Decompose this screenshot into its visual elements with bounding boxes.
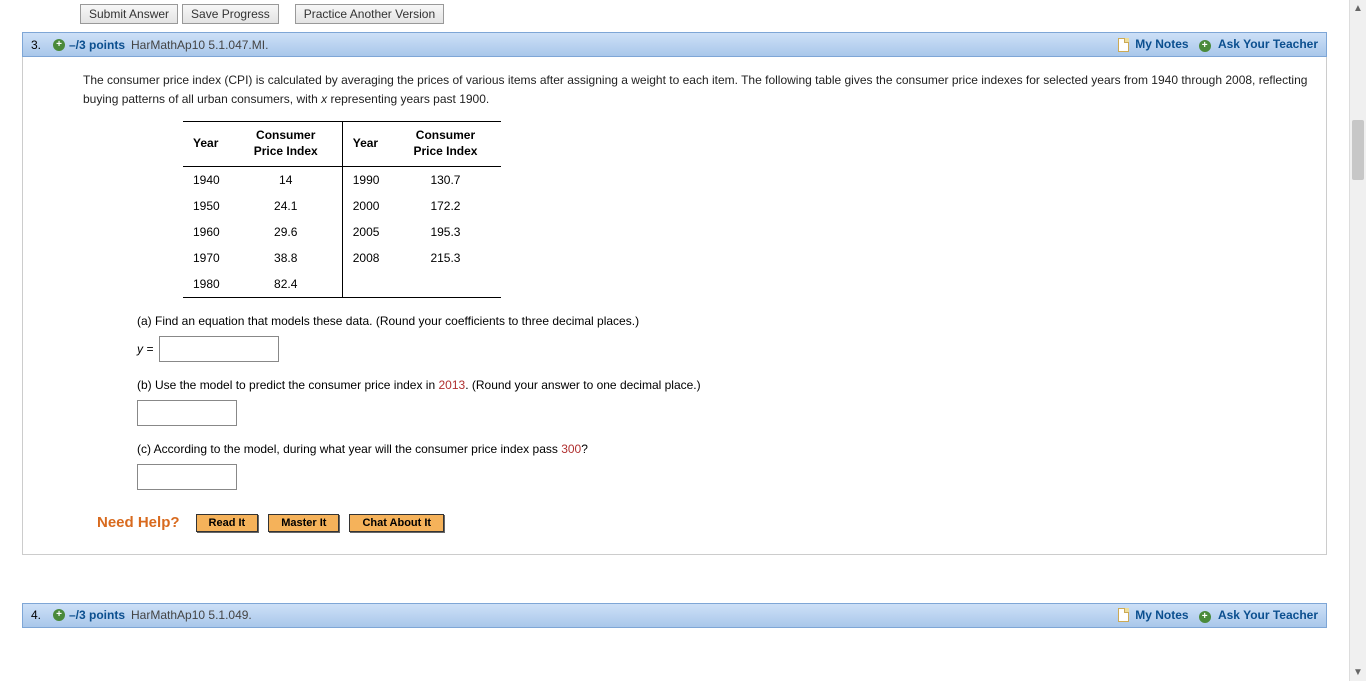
- table-cell: 14: [244, 166, 343, 193]
- table-cell: [342, 271, 403, 298]
- part-a-text: (a) Find an equation that models these d…: [137, 312, 1308, 330]
- scroll-thumb[interactable]: [1352, 120, 1364, 180]
- table-cell: 195.3: [403, 219, 501, 245]
- question-reference: HarMathAp10 5.1.047.MI.: [131, 38, 268, 52]
- submit-answer-button[interactable]: Submit Answer: [80, 4, 178, 24]
- table-cell: 38.8: [244, 245, 343, 271]
- table-cell: 2000: [342, 193, 403, 219]
- table-cell: 29.6: [244, 219, 343, 245]
- y-equals-label: y =: [137, 342, 153, 356]
- question-reference: HarMathAp10 5.1.049.: [131, 608, 252, 622]
- table-cell: 130.7: [403, 166, 501, 193]
- need-help-bar: Need Help? Read It Master It Chat About …: [97, 514, 1308, 532]
- ask-teacher-link[interactable]: + Ask Your Teacher: [1199, 37, 1318, 52]
- table-cell: 1960: [183, 219, 244, 245]
- part-a-answer-row: y =: [137, 336, 1308, 362]
- col-cpi: ConsumerPrice Index: [244, 122, 343, 166]
- table-cell: 215.3: [403, 245, 501, 271]
- table-cell: 1950: [183, 193, 244, 219]
- practice-another-button[interactable]: Practice Another Version: [295, 4, 444, 24]
- plus-icon: +: [1199, 611, 1211, 623]
- col-year-2: Year: [342, 122, 403, 166]
- save-progress-button[interactable]: Save Progress: [182, 4, 279, 24]
- scroll-up-icon[interactable]: ▲: [1350, 0, 1366, 17]
- note-icon: [1118, 38, 1129, 52]
- expand-icon[interactable]: +: [53, 39, 65, 51]
- col-year: Year: [183, 122, 244, 166]
- table-cell: 1980: [183, 271, 244, 298]
- question-number: 4.: [31, 608, 53, 622]
- part-b-input[interactable]: [137, 400, 237, 426]
- cpi-table: Year ConsumerPrice Index Year ConsumerPr…: [183, 121, 501, 297]
- col-cpi-2: ConsumerPrice Index: [403, 122, 501, 166]
- plus-icon: +: [1199, 40, 1211, 52]
- read-it-button[interactable]: Read It: [196, 514, 259, 532]
- question-3-body: The consumer price index (CPI) is calcul…: [22, 57, 1327, 555]
- part-a-input[interactable]: [159, 336, 279, 362]
- question-description: The consumer price index (CPI) is calcul…: [83, 71, 1308, 109]
- master-it-button[interactable]: Master It: [268, 514, 339, 532]
- part-b-text: (b) Use the model to predict the consume…: [137, 376, 1308, 394]
- note-icon: [1118, 608, 1129, 622]
- scroll-down-icon[interactable]: ▼: [1350, 664, 1366, 681]
- table-cell: 2008: [342, 245, 403, 271]
- chat-about-it-button[interactable]: Chat About It: [349, 514, 444, 532]
- table-cell: 2005: [342, 219, 403, 245]
- my-notes-link[interactable]: My Notes: [1118, 608, 1189, 623]
- my-notes-link[interactable]: My Notes: [1118, 37, 1189, 52]
- table-cell: 82.4: [244, 271, 343, 298]
- table-cell: 1940: [183, 166, 244, 193]
- scrollbar[interactable]: ▲ ▼: [1349, 0, 1366, 681]
- table-cell: 24.1: [244, 193, 343, 219]
- question-3-header: 3. + –/3 points HarMathAp10 5.1.047.MI. …: [22, 32, 1327, 57]
- top-button-bar: Submit Answer Save Progress Practice Ano…: [80, 4, 1349, 24]
- points-label: –/3 points: [69, 608, 125, 622]
- question-number: 3.: [31, 38, 53, 52]
- part-c-text: (c) According to the model, during what …: [137, 440, 1308, 458]
- table-cell: [403, 271, 501, 298]
- need-help-label: Need Help?: [97, 514, 180, 531]
- question-4-header: 4. + –/3 points HarMathAp10 5.1.049. My …: [22, 603, 1327, 628]
- table-cell: 1970: [183, 245, 244, 271]
- expand-icon[interactable]: +: [53, 609, 65, 621]
- part-c-input[interactable]: [137, 464, 237, 490]
- table-cell: 172.2: [403, 193, 501, 219]
- points-label: –/3 points: [69, 38, 125, 52]
- ask-teacher-link[interactable]: + Ask Your Teacher: [1199, 608, 1318, 623]
- table-cell: 1990: [342, 166, 403, 193]
